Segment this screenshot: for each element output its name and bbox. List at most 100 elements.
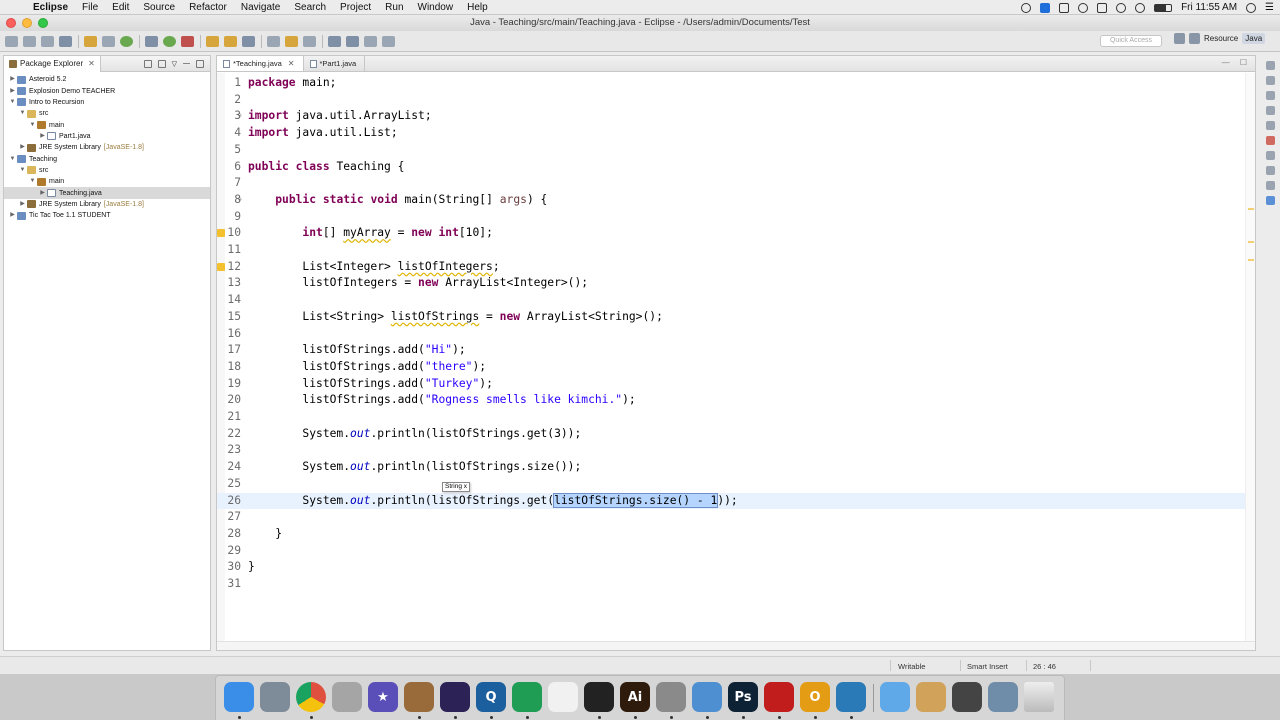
code-line[interactable]: 16	[217, 326, 1255, 343]
code-line[interactable]: 1 package main;	[217, 75, 1255, 92]
wifi-icon[interactable]	[1116, 2, 1127, 13]
collapsed-arrow-icon[interactable]: ▶	[18, 142, 27, 153]
tree-item[interactable]: ▼ Teaching	[4, 153, 210, 164]
perspective-resource[interactable]: Resource	[1204, 34, 1238, 43]
new-icon[interactable]	[5, 35, 18, 47]
skype-icon[interactable]	[1040, 2, 1051, 13]
collapsed-arrow-icon[interactable]: ▶	[8, 74, 17, 85]
javadoc-icon[interactable]	[1265, 121, 1275, 130]
previous-annotation-icon[interactable]	[346, 35, 359, 47]
collapsed-arrow-icon[interactable]: ▶	[18, 199, 27, 210]
close-icon[interactable]: ✕	[88, 59, 95, 68]
horizontal-scrollbar[interactable]	[217, 641, 1255, 650]
code-line[interactable]: 14	[217, 292, 1255, 309]
record-icon[interactable]	[1021, 2, 1032, 13]
new-java-project-icon[interactable]	[206, 35, 219, 47]
menu-window[interactable]: Window	[411, 2, 461, 13]
window-app-icon[interactable]	[836, 682, 866, 712]
menu-edit[interactable]: Edit	[105, 2, 136, 13]
tree-item[interactable]: ▶ Part1.java	[4, 131, 210, 142]
perspective-java[interactable]: Java	[1242, 33, 1266, 44]
toggle-mark-occurrences-icon[interactable]	[285, 35, 298, 47]
finder-icon[interactable]	[224, 682, 254, 712]
volume-icon[interactable]	[1135, 2, 1146, 13]
declaration-icon[interactable]	[1265, 136, 1275, 145]
code-line[interactable]: 22 System.out.println(listOfStrings.get(…	[217, 426, 1255, 443]
menu-run[interactable]: Run	[378, 2, 410, 13]
status-cursor-position[interactable]: 26 : 46	[1033, 662, 1056, 671]
code-line[interactable]: 7	[217, 175, 1255, 192]
coverage-icon[interactable]	[145, 35, 158, 47]
skip-breakpoints-icon[interactable]	[102, 35, 115, 47]
tree-item[interactable]: ▶ JRE System Library [JavaSE-1.8]	[4, 199, 210, 210]
screenshot-icon[interactable]	[988, 682, 1018, 712]
tree-item[interactable]: ▼ src	[4, 165, 210, 176]
code-line[interactable]: 20 listOfStrings.add("Rogness smells lik…	[217, 392, 1255, 409]
external-tools-icon[interactable]	[181, 35, 194, 47]
code-line[interactable]: 18 listOfStrings.add("there");	[217, 359, 1255, 376]
spotlight-search-icon[interactable]	[1246, 2, 1257, 13]
warning-marker[interactable]	[1248, 208, 1254, 210]
applications-folder-icon[interactable]	[880, 682, 910, 712]
code-line[interactable]: 2	[217, 92, 1255, 109]
outline-icon[interactable]	[1265, 91, 1275, 100]
history-icon[interactable]	[1265, 196, 1275, 205]
code-area[interactable]: 1 package main; 2 3 ⊖ import java.util.ArrayL…	[217, 73, 1255, 641]
tree-item[interactable]: ▶ JRE System Library [JavaSE-1.8]	[4, 142, 210, 153]
expanded-arrow-icon[interactable]: ▼	[18, 165, 27, 176]
view-menu-icon[interactable]: ▽	[172, 60, 177, 68]
apps-grid-icon[interactable]	[548, 682, 578, 712]
outlook-icon[interactable]: O	[800, 682, 830, 712]
eclipse-icon[interactable]	[440, 682, 470, 712]
code-line[interactable]: 15 List<String> listOfStrings = new Arra…	[217, 309, 1255, 326]
warning-marker[interactable]	[1248, 259, 1254, 261]
illustrator-icon[interactable]: Ai	[620, 682, 650, 712]
code-line[interactable]: 12 List<Integer> listOfIntegers;	[217, 259, 1255, 276]
tree-item[interactable]: ▼ Intro to Recursion	[4, 97, 210, 108]
resource-perspective-icon[interactable]	[1189, 33, 1200, 44]
save-icon[interactable]	[23, 35, 36, 47]
fold-toggle-icon[interactable]: ⊖	[238, 192, 242, 209]
launchpad-icon[interactable]	[260, 682, 290, 712]
menu-navigate[interactable]: Navigate	[234, 2, 287, 13]
code-line[interactable]: 5	[217, 142, 1255, 159]
trash-icon[interactable]	[1024, 682, 1054, 712]
code-line[interactable]: 30}	[217, 559, 1255, 576]
collapsed-arrow-icon[interactable]: ▶	[38, 188, 47, 199]
next-annotation-icon[interactable]	[328, 35, 341, 47]
package-explorer-tab[interactable]: Package Explorer ✕	[4, 55, 101, 72]
expanded-arrow-icon[interactable]: ▼	[28, 120, 37, 131]
fold-toggle-icon[interactable]: ⊖	[238, 108, 242, 125]
menu-search[interactable]: Search	[287, 2, 333, 13]
instruments-icon[interactable]	[404, 682, 434, 712]
menu-source[interactable]: Source	[136, 2, 182, 13]
new-class-icon[interactable]	[242, 35, 255, 47]
editor-minimize-maximize-icon[interactable]: — ☐	[1222, 58, 1251, 67]
tree-item[interactable]: ▼ main	[4, 119, 210, 130]
timemachine-icon[interactable]	[1078, 2, 1089, 13]
expanded-arrow-icon[interactable]: ▼	[8, 97, 17, 108]
code-line[interactable]: 13 listOfIntegers = new ArrayList<Intege…	[217, 275, 1255, 292]
chrome-icon[interactable]	[296, 682, 326, 712]
battery-icon[interactable]	[1154, 3, 1173, 12]
code-line[interactable]: 19 listOfStrings.add("Turkey");	[217, 376, 1255, 393]
problems-icon[interactable]	[1265, 106, 1275, 115]
maximize-view-icon[interactable]	[196, 59, 204, 68]
warning-icon[interactable]	[217, 262, 225, 271]
tab-teaching-java[interactable]: *Teaching.java ✕	[217, 56, 304, 71]
open-perspective-icon[interactable]	[1174, 33, 1185, 44]
menu-project[interactable]: Project	[333, 2, 378, 13]
forward-icon[interactable]	[382, 35, 395, 47]
code-line[interactable]: 6 public class Teaching {	[217, 159, 1255, 176]
menu-help[interactable]: Help	[460, 2, 495, 13]
menu-file[interactable]: File	[75, 2, 105, 13]
progress-icon[interactable]	[1265, 181, 1275, 190]
warning-icon[interactable]	[217, 229, 225, 238]
save-all-icon[interactable]	[41, 35, 54, 47]
close-icon[interactable]: ✕	[288, 59, 295, 68]
tab-part1-java[interactable]: *Part1.java	[304, 56, 366, 71]
code-line[interactable]: 21	[217, 409, 1255, 426]
status-insert-mode[interactable]: Smart Insert	[967, 662, 1008, 671]
tree-item[interactable]: ▶ Tic Tac Toe 1.1 STUDENT	[4, 210, 210, 221]
code-line[interactable]: 25	[217, 476, 1255, 493]
